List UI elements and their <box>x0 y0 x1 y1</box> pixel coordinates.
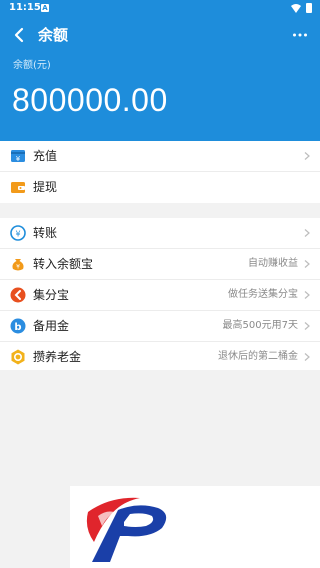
status-time: 11:15 <box>9 2 41 13</box>
wallet-icon <box>11 182 25 193</box>
chevron-right-icon <box>304 322 310 330</box>
reserve-label: 备用金 <box>33 319 70 333</box>
svg-text:¥: ¥ <box>16 155 21 163</box>
balance-value: 800000.00 <box>12 82 168 118</box>
points-label: 集分宝 <box>33 288 70 302</box>
recharge-row[interactable]: ¥ 充值 <box>0 141 320 172</box>
wifi-icon <box>291 4 301 13</box>
page-title: 余额 <box>38 26 69 44</box>
recharge-icon: ¥ <box>11 150 25 163</box>
more-icon[interactable] <box>292 28 308 42</box>
status-bar: 11:15 A <box>0 0 320 16</box>
battery-icon <box>306 3 312 13</box>
withdraw-row[interactable]: 提现 <box>0 172 320 202</box>
chevron-right-icon <box>304 152 310 160</box>
reserve-icon: b <box>10 318 26 334</box>
recharge-label: 充值 <box>33 149 58 163</box>
back-icon[interactable] <box>10 25 30 45</box>
points-hint: 做任务送集分宝 <box>228 289 298 300</box>
chevron-right-icon <box>304 260 310 268</box>
transfer-icon: ¥ <box>10 225 26 241</box>
pension-row[interactable]: 攒养老金 退休后的第二桶金 <box>0 342 320 372</box>
money-bag-icon: ¥ <box>12 259 24 271</box>
svg-text:¥: ¥ <box>15 230 20 239</box>
chevron-right-icon <box>304 229 310 237</box>
chevron-right-icon <box>304 291 310 299</box>
svg-text:¥: ¥ <box>16 264 20 271</box>
withdraw-label: 提现 <box>33 180 58 194</box>
reserve-row[interactable]: b 备用金 最高500元用7天 <box>0 311 320 342</box>
yuebao-hint: 自动赚收益 <box>248 258 298 269</box>
pension-icon <box>11 349 25 365</box>
header: 余额 余额(元) 800000.00 <box>0 16 320 141</box>
reserve-hint: 最高500元用7天 <box>222 320 298 331</box>
svg-text:b: b <box>14 322 21 333</box>
points-icon <box>10 287 26 303</box>
services-group: ¥ 转账 ¥ 转入余额宝 自动赚收益 集分宝 做任务送集分宝 b 备用金 最高5… <box>0 218 320 370</box>
yuebao-row[interactable]: ¥ 转入余额宝 自动赚收益 <box>0 249 320 280</box>
notification-icon: A <box>41 4 49 12</box>
balance-label: 余额(元) <box>13 60 51 71</box>
chevron-right-icon <box>304 353 310 361</box>
transfer-row[interactable]: ¥ 转账 <box>0 218 320 249</box>
transfer-label: 转账 <box>33 226 58 240</box>
yuebao-label: 转入余额宝 <box>33 257 94 271</box>
status-icons <box>291 3 312 13</box>
brand-logo <box>86 497 167 562</box>
funds-actions-group: ¥ 充值 提现 <box>0 141 320 203</box>
pension-hint: 退休后的第二桶金 <box>218 351 298 362</box>
watermark <box>70 486 320 568</box>
points-row[interactable]: 集分宝 做任务送集分宝 <box>0 280 320 311</box>
pension-label: 攒养老金 <box>33 350 82 364</box>
